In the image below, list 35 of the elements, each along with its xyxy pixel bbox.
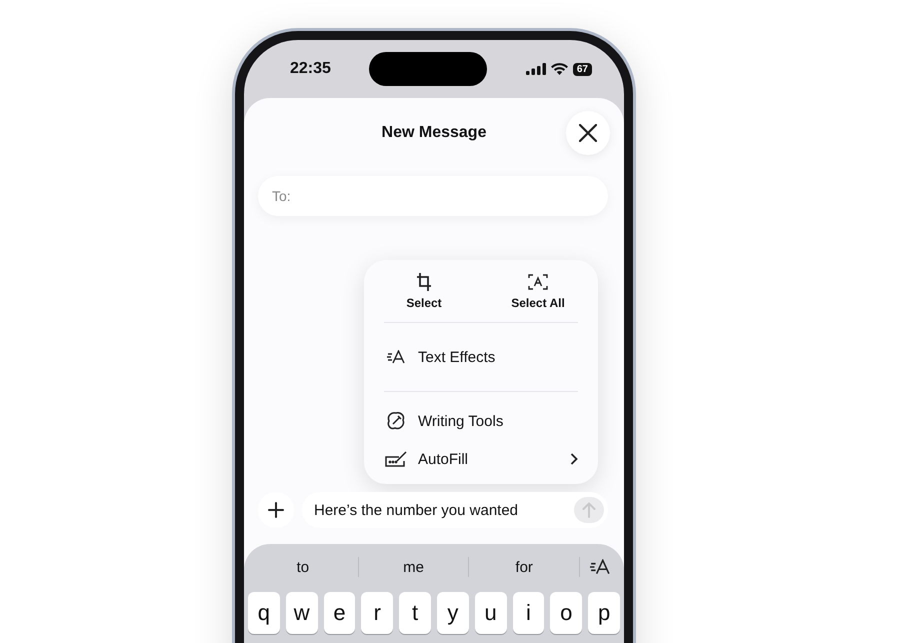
- keyboard-key[interactable]: e: [324, 592, 356, 634]
- keyboard-key[interactable]: o: [550, 592, 582, 634]
- keyboard-key[interactable]: u: [474, 592, 507, 634]
- add-button[interactable]: [258, 492, 294, 528]
- select-all-icon: [528, 272, 548, 292]
- crop-icon: [417, 272, 431, 292]
- suggestion[interactable]: me: [358, 558, 468, 576]
- recipient-field[interactable]: To:: [258, 176, 608, 216]
- keyboard-key[interactable]: y: [436, 592, 469, 634]
- menu-action[interactable]: Select: [384, 272, 464, 310]
- suggestion[interactable]: for: [469, 558, 580, 576]
- sheet-title: New Message: [382, 124, 486, 142]
- suggestion[interactable]: to: [248, 558, 358, 576]
- keyboard-key[interactable]: w: [286, 592, 318, 634]
- menu-item[interactable]: AutoFill: [384, 440, 578, 478]
- plus-icon: [268, 502, 284, 518]
- keyboard-key[interactable]: p: [588, 592, 620, 634]
- autofill-icon: [384, 451, 408, 467]
- menu-item[interactable]: Writing Tools: [384, 402, 578, 440]
- signal-icon: [526, 63, 546, 75]
- message-field[interactable]: Here’s the number you wanted: [302, 492, 608, 528]
- text-effects-icon[interactable]: [590, 559, 610, 575]
- wifi-icon: [550, 63, 568, 75]
- chevron-icon: [570, 453, 578, 465]
- close-button[interactable]: [566, 111, 610, 155]
- menu-item[interactable]: Text Effects: [384, 333, 578, 392]
- battery-level: 67: [572, 62, 592, 76]
- close-icon: [579, 124, 597, 142]
- up-arrow-icon: [582, 502, 596, 518]
- menu-action[interactable]: Select All: [498, 272, 578, 310]
- keyboard-key[interactable]: r: [361, 592, 394, 634]
- status-time: 22:35: [290, 60, 331, 78]
- keyboard-key[interactable]: q: [248, 592, 280, 634]
- keyboard-key[interactable]: t: [399, 592, 431, 634]
- keyboard-key[interactable]: i: [512, 592, 544, 634]
